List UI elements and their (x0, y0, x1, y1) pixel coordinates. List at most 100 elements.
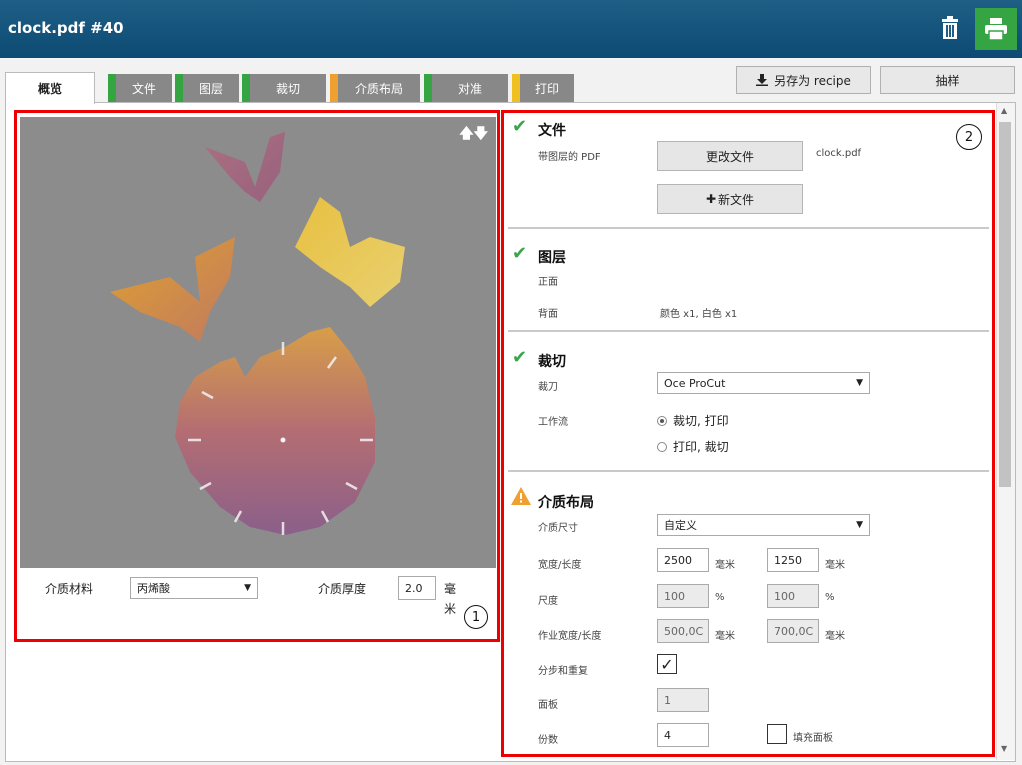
percent-label: % (825, 592, 835, 603)
tab-label: 概览 (37, 82, 62, 96)
print-button[interactable] (975, 8, 1017, 50)
media-layout-section-title: 介质布局 (538, 495, 594, 511)
title-bar (0, 0, 1022, 58)
option-label: 打印, 裁切 (673, 440, 729, 454)
trash-icon (942, 16, 958, 39)
percent-label: % (715, 592, 725, 603)
width-input[interactable]: 2500 (657, 548, 709, 572)
step-repeat-checkbox[interactable]: ✓ (657, 654, 677, 674)
tab-cutting[interactable]: 裁切 (242, 74, 326, 102)
panel-value: 1 (664, 693, 671, 707)
back-value: 颜色 x1, 白色 x1 (660, 309, 738, 320)
status-marker (108, 74, 116, 102)
scale-y-input: 100 (767, 584, 819, 608)
unit-label: 毫米 (825, 560, 845, 571)
chevron-down-icon: ▼ (856, 520, 863, 530)
chevron-down-icon: ▼ (856, 378, 863, 388)
fill-panel-label: 填充面板 (793, 733, 833, 744)
save-recipe-button[interactable]: 另存为 recipe (736, 66, 871, 94)
layers-section-title: 图层 (538, 250, 566, 266)
unit-label: 毫米 (715, 631, 735, 642)
width-value: 2500 (664, 553, 692, 567)
delete-button[interactable] (930, 8, 970, 48)
tab-layers[interactable]: 图层 (175, 74, 239, 102)
preview-highlight (14, 110, 500, 642)
scale-label: 尺度 (538, 596, 558, 607)
window-title: clock.pdf #40 (8, 19, 124, 37)
copies-value: 4 (664, 728, 671, 742)
step-repeat-label: 分步和重复 (538, 666, 588, 677)
unit-label: 毫米 (825, 631, 845, 642)
panel-input: 1 (657, 688, 709, 712)
divider (508, 227, 989, 229)
change-file-label: 更改文件 (705, 149, 754, 164)
panel-label: 面板 (538, 700, 558, 711)
width-length-label: 宽度/长度 (538, 560, 582, 571)
job-width-value: 500,0C (664, 624, 704, 638)
status-marker (330, 74, 338, 102)
file-section-title: 文件 (538, 123, 566, 139)
radio-selected (657, 416, 667, 426)
radio-unselected (657, 442, 667, 452)
tab-file[interactable]: 文件 (108, 74, 172, 102)
workflow-option-print-cut[interactable]: 打印, 裁切 (657, 438, 729, 455)
tab-media-layout[interactable]: 介质布局 (330, 74, 420, 102)
cutting-section-title: 裁切 (538, 354, 566, 370)
divider (508, 470, 989, 472)
media-size-select[interactable]: 自定义 ▼ (657, 514, 870, 536)
scale-x-value: 100 (664, 589, 685, 603)
status-marker (175, 74, 183, 102)
download-icon (756, 74, 769, 86)
tab-label: 图层 (198, 81, 223, 96)
save-recipe-label: 另存为 recipe (774, 73, 851, 88)
tab-label: 文件 (131, 81, 156, 96)
media-size-value: 自定义 (664, 519, 697, 532)
copies-label: 份数 (538, 735, 558, 746)
callout-2: 2 (956, 124, 982, 150)
copies-input[interactable]: 4 (657, 723, 709, 747)
warning-icon (511, 487, 531, 505)
scroll-up-icon[interactable]: ▲ (1001, 106, 1007, 115)
tab-label: 打印 (534, 81, 559, 96)
front-label: 正面 (538, 277, 558, 288)
check-icon: ✔ (512, 116, 528, 137)
tab-label: 介质布局 (354, 81, 403, 96)
job-height-input: 700,0C (767, 619, 819, 643)
check-icon: ✓ (660, 654, 674, 674)
job-height-value: 700,0C (774, 624, 814, 638)
new-file-label: 新文件 (718, 192, 755, 207)
tab-alignment[interactable]: 对准 (424, 74, 508, 102)
sample-label: 抽样 (935, 73, 960, 88)
back-label: 背面 (538, 309, 558, 320)
sample-button[interactable]: 抽样 (880, 66, 1015, 94)
length-value: 1250 (774, 553, 802, 567)
scale-y-value: 100 (774, 589, 795, 603)
workflow-option-cut-print[interactable]: 裁切, 打印 (657, 412, 729, 429)
plus-icon: ✚ (705, 192, 717, 206)
workflow-label: 工作流 (538, 417, 568, 428)
tab-label: 裁切 (275, 81, 300, 96)
change-file-button[interactable]: 更改文件 (657, 141, 803, 171)
printer-icon (985, 18, 1007, 40)
divider (508, 330, 989, 332)
tab-label: 对准 (457, 81, 482, 96)
new-file-button[interactable]: ✚ 新文件 (657, 184, 803, 214)
job-width-input: 500,0C (657, 619, 709, 643)
scroll-down-icon[interactable]: ▼ (1001, 744, 1007, 753)
scrollbar-thumb[interactable] (999, 122, 1011, 487)
blade-select[interactable]: Oce ProCut ▼ (657, 372, 870, 394)
fill-panel-checkbox[interactable] (767, 724, 787, 744)
filename: clock.pdf (816, 148, 862, 159)
length-input[interactable]: 1250 (767, 548, 819, 572)
option-label: 裁切, 打印 (673, 414, 729, 428)
tab-print[interactable]: 打印 (512, 74, 574, 102)
job-size-label: 作业宽度/长度 (538, 631, 602, 642)
status-marker (512, 74, 520, 102)
status-marker (242, 74, 250, 102)
check-icon: ✔ (512, 347, 528, 368)
status-marker (424, 74, 432, 102)
unit-label: 毫米 (715, 560, 735, 571)
pdf-label: 带图层的 PDF (538, 152, 601, 163)
tab-overview[interactable]: 概览 (5, 72, 95, 104)
check-icon: ✔ (512, 243, 528, 264)
